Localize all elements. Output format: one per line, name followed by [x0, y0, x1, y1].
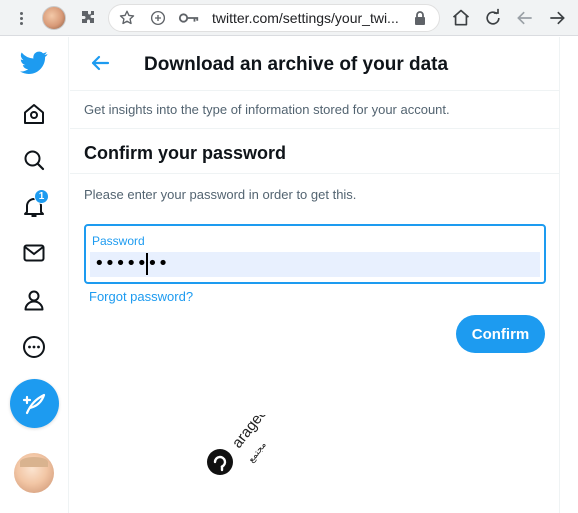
divider [70, 90, 560, 91]
section-title: Confirm your password [84, 143, 287, 163]
svg-text:arageek: arageek [229, 415, 276, 451]
avatar[interactable] [14, 453, 54, 493]
svg-text:مجتمع: مجتمع [246, 440, 268, 465]
instruction-text: Please enter your password in order to g… [84, 187, 357, 202]
messages-icon[interactable] [12, 231, 56, 275]
insight-text: Get insights into the type of informatio… [84, 102, 450, 117]
forgot-password-link[interactable]: Forgot password? [89, 289, 193, 304]
profile-icon[interactable] [42, 6, 66, 30]
page-title: Download an archive of your data [144, 54, 449, 75]
arageek-watermark: arageek مجتمع [204, 398, 294, 477]
notifications-icon[interactable] [12, 185, 56, 229]
notification-badge: 1 [34, 189, 49, 204]
star-icon[interactable] [117, 8, 137, 28]
lock-icon[interactable] [412, 9, 428, 27]
back-arrow-icon[interactable] [88, 51, 112, 75]
text-caret [146, 253, 148, 275]
confirm-button[interactable]: Confirm [456, 315, 545, 353]
scrollbar-track[interactable] [561, 37, 578, 513]
forward-icon[interactable] [546, 7, 568, 29]
main-panel: Download an archive of your data Get ins… [70, 37, 560, 513]
divider [70, 128, 560, 129]
extensions-icon[interactable] [78, 8, 98, 28]
key-icon[interactable] [178, 8, 200, 28]
twitter-logo-icon[interactable] [12, 41, 56, 85]
home-icon[interactable] [12, 92, 56, 136]
more-vertical-icon[interactable] [12, 9, 30, 27]
password-value: ••••••• [94, 253, 169, 274]
sidebar: 1 [0, 37, 69, 513]
reload-icon[interactable] [482, 7, 504, 29]
back-icon[interactable] [514, 7, 536, 29]
plus-circle-icon[interactable] [148, 8, 168, 28]
password-input[interactable]: ••••••• [90, 252, 540, 277]
compose-tweet-button[interactable] [10, 379, 59, 428]
home-icon[interactable] [450, 7, 472, 29]
profile-icon[interactable] [12, 278, 56, 322]
password-label: Password [92, 234, 145, 248]
search-icon[interactable] [12, 138, 56, 182]
compose-icon [22, 393, 45, 414]
divider [70, 173, 560, 174]
browser-toolbar: twitter.com/settings/your_twi... [0, 0, 578, 36]
more-icon[interactable] [12, 325, 56, 369]
url-text[interactable]: twitter.com/settings/your_twi... [212, 10, 399, 26]
password-field[interactable]: Password ••••••• [84, 224, 546, 284]
page-header: Download an archive of your data [70, 37, 560, 90]
